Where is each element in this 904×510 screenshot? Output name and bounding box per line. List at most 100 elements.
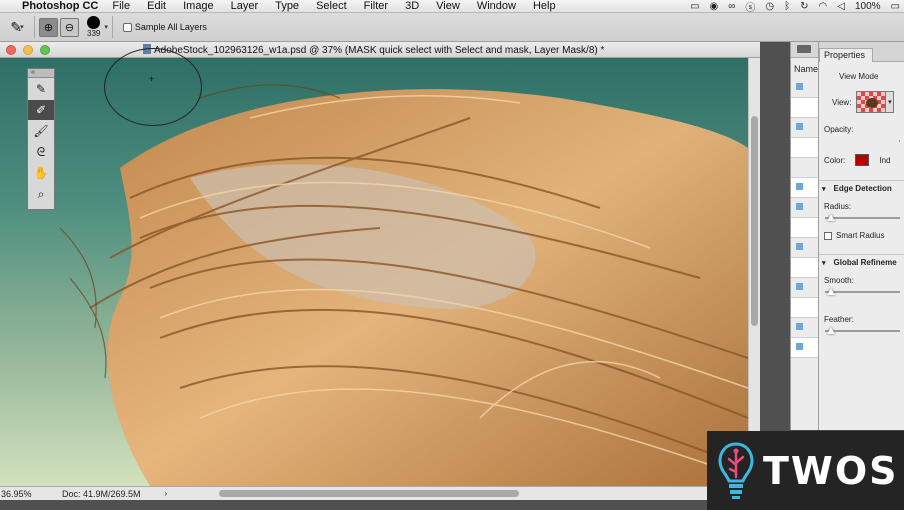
global-refinements-label: Global Refineme — [833, 258, 897, 267]
layer-row[interactable] — [791, 138, 818, 158]
visibility-icon[interactable] — [796, 243, 803, 250]
menu-help[interactable]: Help — [533, 0, 556, 12]
brush-tip-icon — [87, 16, 101, 29]
app-menu[interactable]: Photoshop CC — [22, 0, 98, 12]
overlay-color-swatch[interactable] — [855, 154, 870, 166]
time-machine-icon[interactable]: ◷ — [765, 1, 774, 12]
properties-tab[interactable]: Properties — [819, 48, 873, 62]
disclosure-triangle-icon[interactable]: ▾ — [822, 259, 826, 267]
document-size: Doc: 41.9M/269.5M — [62, 488, 141, 499]
minimize-window-button[interactable] — [23, 44, 33, 55]
sample-all-layers-checkbox[interactable] — [122, 22, 132, 32]
creative-cloud-icon[interactable]: ∞ — [728, 1, 735, 12]
global-refinements-header[interactable]: ▾ Global Refineme — [819, 254, 904, 270]
layer-row[interactable] — [791, 298, 818, 318]
tool-preset-picker[interactable]: ✎ ▾ — [4, 16, 30, 38]
divider — [111, 16, 113, 38]
restore-original-button[interactable]: ⊖ — [60, 17, 79, 37]
smart-radius-checkbox[interactable] — [824, 231, 832, 240]
bluetooth-icon[interactable]: ᛒ — [784, 1, 790, 12]
feather-label: Feather: — [824, 315, 854, 324]
skype-icon[interactable]: ⓢ — [745, 0, 755, 14]
sample-all-layers-label: Sample All Layers — [134, 22, 207, 32]
slider-knob[interactable] — [827, 288, 835, 295]
color-row: Color: Ind — [819, 154, 904, 166]
ps-status-icon[interactable]: ▭ — [690, 1, 699, 12]
menu-type[interactable]: Type — [275, 0, 299, 12]
hand-tool-icon[interactable]: ✋ — [28, 163, 54, 183]
visibility-icon[interactable] — [796, 183, 803, 190]
opacity-slider[interactable] — [899, 140, 900, 142]
menu-window[interactable]: Window — [477, 0, 516, 12]
layer-row[interactable] — [791, 338, 818, 358]
status-menu-arrow-icon[interactable]: › — [165, 489, 168, 498]
audio-icon[interactable]: ◉ — [710, 1, 719, 12]
chevron-down-icon[interactable]: ▾ — [886, 91, 895, 113]
brush-cursor-circle — [104, 48, 202, 126]
layer-row[interactable] — [791, 118, 818, 138]
layers-tab[interactable] — [791, 42, 818, 58]
menu-bar: Photoshop CC File Edit Image Layer Type … — [0, 0, 904, 14]
slider-knob[interactable] — [827, 214, 835, 221]
palette-collapse-handle[interactable]: « — [28, 69, 54, 78]
horizontal-scroll-thumb[interactable] — [219, 490, 519, 497]
layer-row[interactable] — [791, 198, 818, 218]
quick-selection-tool-icon[interactable]: ✎ — [28, 79, 54, 99]
disclosure-triangle-icon[interactable]: ▾ — [822, 185, 826, 193]
menu-select[interactable]: Select — [316, 0, 347, 12]
visibility-icon[interactable] — [796, 283, 803, 290]
menu-filter[interactable]: Filter — [364, 0, 388, 12]
layer-row[interactable] — [791, 278, 818, 298]
view-label: View: — [832, 97, 852, 107]
brush-size-picker[interactable]: 339 — [87, 16, 100, 38]
layer-row[interactable] — [791, 258, 818, 278]
brush-tool-icon[interactable]: 🖌 — [28, 121, 54, 141]
layer-row[interactable] — [791, 158, 818, 178]
chevron-down-icon[interactable]: ▾ — [104, 23, 108, 31]
wifi-icon[interactable]: ◠ — [819, 1, 828, 12]
layer-row[interactable] — [791, 238, 818, 258]
zoom-tool-icon[interactable]: ⌕ — [28, 184, 54, 204]
visibility-icon[interactable] — [796, 83, 803, 90]
feather-slider[interactable] — [825, 327, 900, 334]
twos-watermark: TWOS — [707, 431, 904, 510]
layer-row[interactable] — [791, 318, 818, 338]
layers-column-header: Name — [794, 64, 819, 74]
indicates-dropdown[interactable]: Ind — [879, 156, 890, 165]
menu-file[interactable]: File — [112, 0, 130, 12]
smooth-slider[interactable] — [825, 288, 900, 295]
lasso-tool-icon[interactable]: ᘓ — [28, 142, 54, 162]
menu-edit[interactable]: Edit — [147, 0, 166, 12]
view-mode-row: View: ▾ — [819, 91, 904, 113]
zoom-window-button[interactable] — [40, 44, 50, 55]
refine-edge-brush-tool-icon[interactable]: ✐ — [28, 100, 54, 120]
menu-image[interactable]: Image — [183, 0, 214, 12]
layer-row[interactable] — [791, 178, 818, 198]
menu-layer[interactable]: Layer — [231, 0, 259, 12]
zoom-level[interactable]: 36.95% — [0, 489, 34, 499]
vertical-scrollbar[interactable] — [748, 58, 760, 486]
menu-view[interactable]: View — [436, 0, 460, 12]
close-window-button[interactable] — [6, 44, 16, 55]
visibility-icon[interactable] — [796, 203, 803, 210]
layer-row[interactable] — [791, 98, 818, 118]
visibility-icon[interactable] — [796, 123, 803, 130]
view-mode-thumbnail[interactable] — [856, 91, 887, 113]
radius-slider[interactable] — [825, 214, 900, 221]
vertical-scroll-thumb[interactable] — [751, 116, 758, 326]
image-canvas[interactable] — [0, 58, 748, 486]
menu-3d[interactable]: 3D — [405, 0, 419, 12]
volume-icon[interactable]: ◁ — [837, 1, 845, 12]
layer-row[interactable] — [791, 218, 818, 238]
visibility-icon[interactable] — [796, 323, 803, 330]
edge-detection-header[interactable]: ▾ Edge Detection — [819, 180, 904, 196]
sync-icon[interactable]: ↻ — [800, 1, 808, 12]
visibility-icon[interactable] — [796, 343, 803, 350]
document-status-bar: 36.95% Doc: 41.9M/269.5M › — [0, 486, 760, 500]
battery-icon[interactable]: ▭ — [891, 1, 900, 12]
slider-knob[interactable] — [827, 327, 835, 334]
status-area: ▭ ◉ ∞ ⓢ ◷ ᛒ ↻ ◠ ◁ 100% ▭ — [690, 0, 900, 14]
expand-detection-button[interactable]: ⊕ — [39, 17, 58, 37]
layer-row[interactable] — [791, 78, 818, 98]
document-titlebar[interactable]: AdobeStock_102963126_w1a.psd @ 37% (MASK… — [0, 42, 760, 58]
